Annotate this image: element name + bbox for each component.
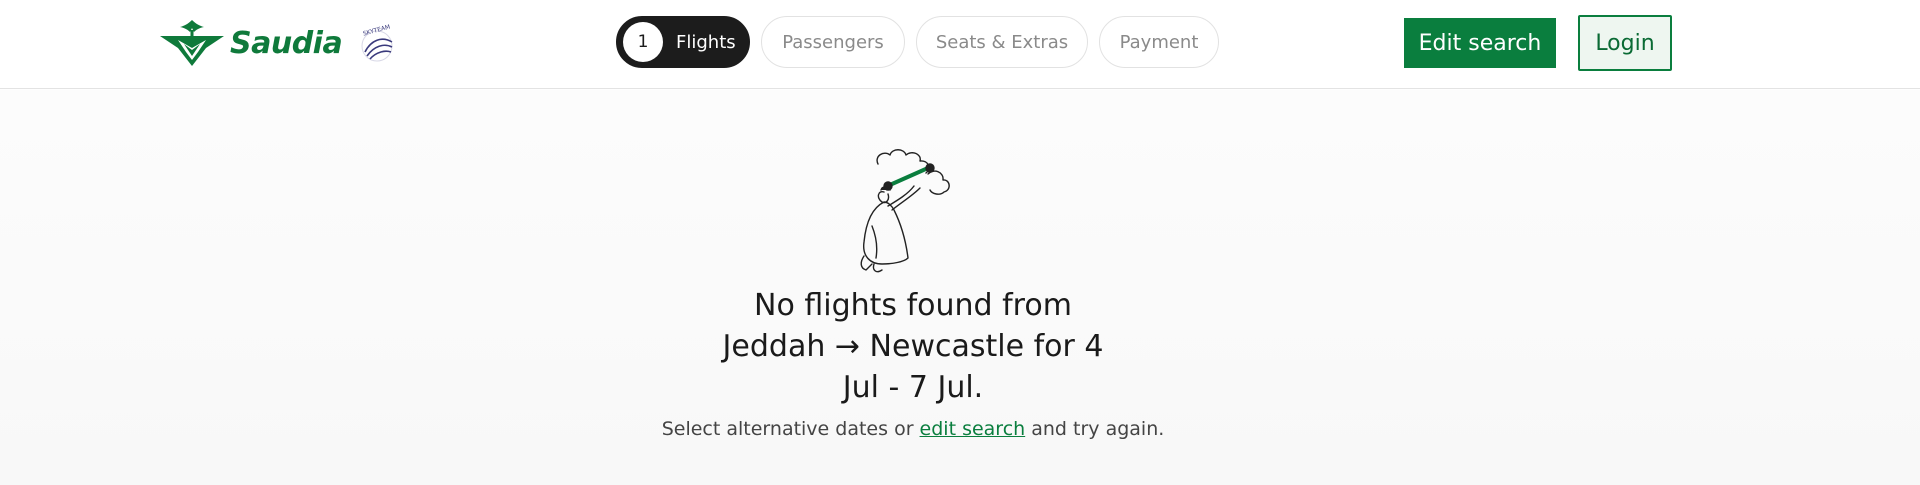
login-button[interactable]: Login	[1578, 15, 1672, 71]
step-seats-extras[interactable]: Seats & Extras	[916, 16, 1088, 68]
message-before-link: Select alternative dates or	[661, 418, 914, 440]
headline-line-3: Jul - 7 Jul.	[842, 370, 984, 405]
no-flights-headline: No flights found from Jeddah → Newcastle…	[660, 285, 1166, 408]
edit-search-button[interactable]: Edit search	[1404, 18, 1556, 68]
saudia-wordmark: Saudia	[230, 25, 343, 61]
top-header: Saudia SKYTEAM 1 Flights Passengers Seat…	[0, 0, 1920, 89]
step-number-badge: 1	[623, 22, 663, 62]
saudia-logo[interactable]: Saudia SKYTEAM	[158, 18, 398, 68]
step-passengers[interactable]: Passengers	[761, 16, 905, 68]
headline-line-1: No flights found from	[754, 288, 1072, 323]
booking-steps: 1 Flights Passengers Seats & Extras Paym…	[616, 16, 1219, 70]
step-label-seats-extras: Seats & Extras	[935, 31, 1069, 53]
saudia-palm-logo-icon	[160, 20, 224, 66]
headline-line-2: Jeddah → Newcastle for 4	[722, 329, 1104, 364]
edit-search-link[interactable]: edit search	[920, 418, 1026, 440]
step-payment[interactable]: Payment	[1099, 16, 1219, 68]
step-label-payment: Payment	[1119, 31, 1199, 53]
step-flights[interactable]: 1 Flights	[616, 16, 750, 68]
message-after-link: and try again.	[1031, 418, 1165, 440]
step-label-flights: Flights	[676, 31, 736, 53]
svg-text:SKYTEAM: SKYTEAM	[362, 24, 391, 38]
no-flights-message: Select alternative dates or edit search …	[560, 418, 1266, 440]
step-label-passengers: Passengers	[782, 31, 884, 53]
skyteam-logo-icon: SKYTEAM	[361, 24, 393, 62]
binoculars-person-illustration-icon	[860, 149, 950, 273]
